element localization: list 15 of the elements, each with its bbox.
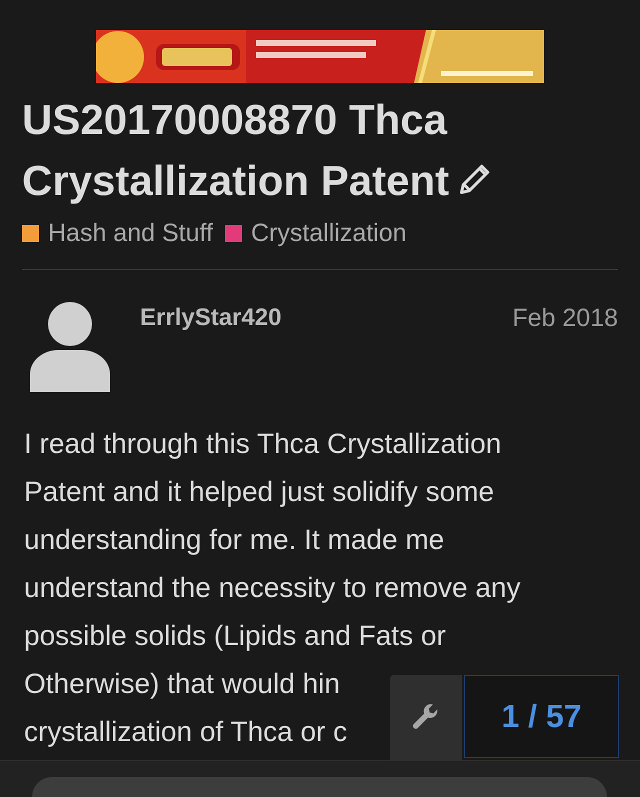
post-text-line: possible solids (Lipids and Fats or	[24, 619, 446, 653]
post-text-line: I read through this Thca Crystallization	[24, 427, 502, 461]
post-text-line: understand the necessity to remove any	[24, 571, 521, 605]
post-text-line: Patent and it helped just solidify some	[24, 475, 494, 509]
category-link[interactable]: Hash and Stuff	[48, 219, 213, 248]
post-counter[interactable]: 1 / 57	[464, 675, 619, 758]
tools-button[interactable]	[390, 675, 462, 760]
post-date[interactable]: Feb 2018	[512, 304, 618, 333]
category-link[interactable]: Crystallization	[250, 219, 407, 248]
topic-title: US20170008870 Thca Crystallization Patent	[22, 96, 450, 204]
author-name[interactable]: ErrlyStar420	[140, 304, 282, 392]
post-text-line: understanding for me. It made me	[24, 523, 444, 557]
avatar-icon[interactable]	[30, 302, 110, 392]
post-text-line: Otherwise) that would hin	[24, 667, 340, 701]
post-text-line: crystallization of Thca or c	[24, 715, 348, 749]
